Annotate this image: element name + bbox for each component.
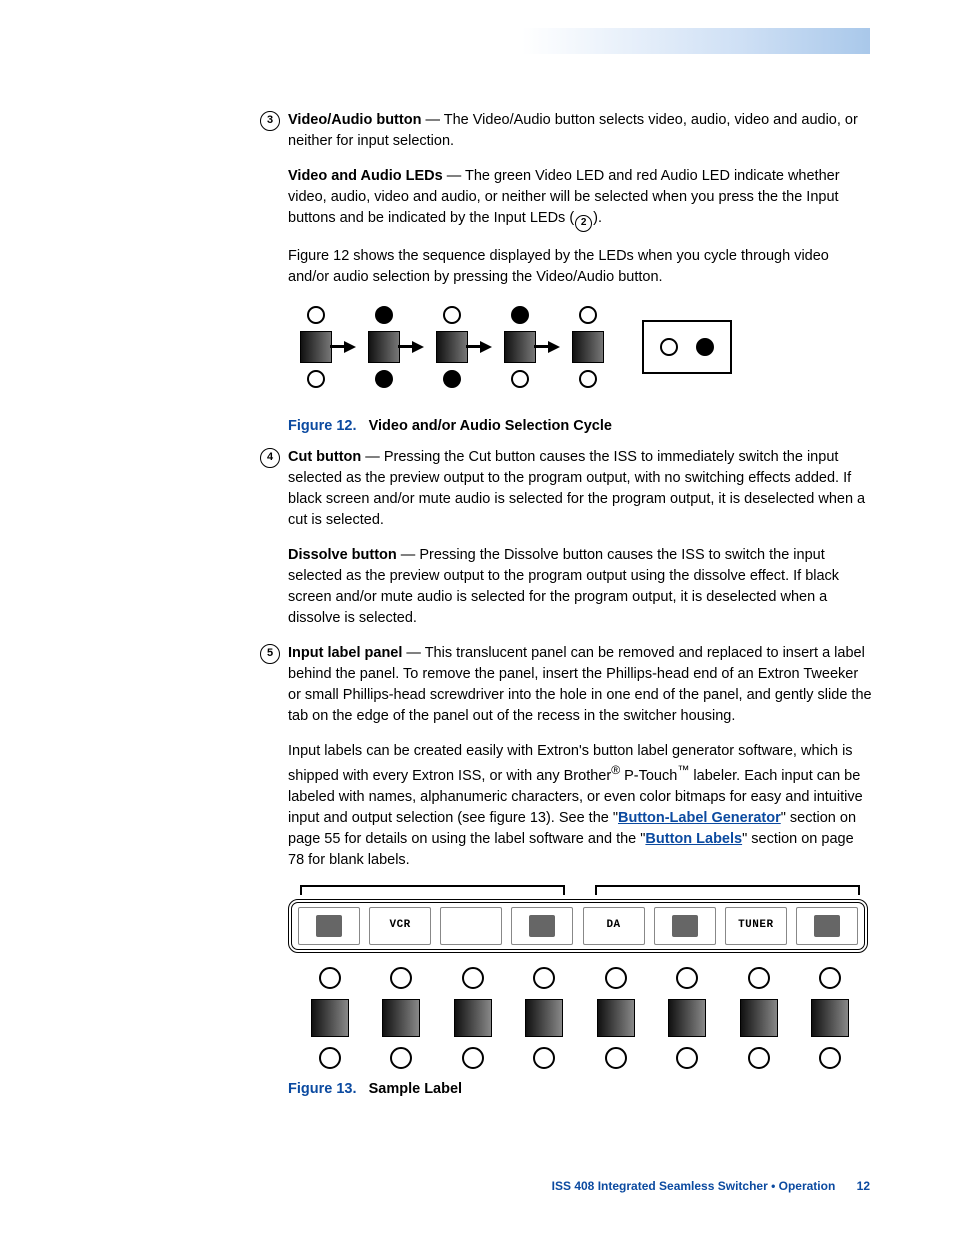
panel-slot-2: VCR xyxy=(369,907,431,945)
item-5: 5 Input label panel — This translucent p… xyxy=(260,643,872,1110)
pc-icon xyxy=(814,915,840,937)
slot-2-label: VCR xyxy=(389,918,410,934)
trademark-mark: ™ xyxy=(677,763,689,777)
footer-text: ISS 408 Integrated Seamless Switcher • O… xyxy=(552,1179,836,1193)
panel-slot-8 xyxy=(796,907,858,945)
led-open-icon xyxy=(660,338,678,356)
panel-slot-3 xyxy=(440,907,502,945)
item-4: 4 Cut button — Pressing the Cut button c… xyxy=(260,447,872,643)
link-button-label-generator[interactable]: Button-Label Generator xyxy=(618,810,781,826)
video-audio-button-para: Video/Audio button — The Video/Audio but… xyxy=(288,110,872,152)
item-3: 3 Video/Audio button — The Video/Audio b… xyxy=(260,110,872,447)
callout-2-inline-ref-icon: 2 xyxy=(575,215,592,232)
figure-12-label: Figure 12. xyxy=(288,418,357,434)
figure-12-legend xyxy=(642,320,732,374)
link-button-labels[interactable]: Button Labels xyxy=(645,831,742,847)
input-label-panel-para: Input label panel — This translucent pan… xyxy=(288,643,872,727)
labels-mid1: P-Touch xyxy=(620,768,677,784)
page: 3 Video/Audio button — The Video/Audio b… xyxy=(0,0,954,1235)
panel-slot-4 xyxy=(511,907,573,945)
panel-slot-7: TUNER xyxy=(725,907,787,945)
figure-12-diagram xyxy=(298,302,872,392)
header-gradient-bar xyxy=(0,28,870,54)
callout-5-icon: 5 xyxy=(260,644,280,664)
leds-text-after: ). xyxy=(593,210,602,226)
fig12-intro-para: Figure 12 shows the sequence displayed b… xyxy=(288,246,872,288)
figure-13-title: Sample Label xyxy=(369,1081,462,1097)
term-dissolve-button: Dissolve button xyxy=(288,547,397,563)
camcorder-icon xyxy=(316,915,342,937)
page-footer: ISS 408 Integrated Seamless Switcher • O… xyxy=(552,1178,870,1195)
video-audio-leds-para: Video and Audio LEDs — The green Video L… xyxy=(288,166,872,232)
slot-7-label: TUNER xyxy=(738,918,774,934)
slot-5-label: DA xyxy=(606,918,620,934)
registered-mark: ® xyxy=(611,763,620,777)
figure-13-label: Figure 13. xyxy=(288,1081,357,1097)
term-video-audio-leds: Video and Audio LEDs xyxy=(288,168,443,184)
body-content: 3 Video/Audio button — The Video/Audio b… xyxy=(260,110,872,1110)
button-row xyxy=(300,967,860,1069)
page-number: 12 xyxy=(857,1179,870,1193)
dissolve-button-para: Dissolve button — Pressing the Dissolve … xyxy=(288,545,872,629)
label-panel: VCR DA TUNER xyxy=(288,899,868,953)
figure-13-diagram: VCR DA TUNER xyxy=(288,885,872,1069)
term-input-label-panel: Input label panel xyxy=(288,645,402,661)
term-cut-button: Cut button xyxy=(288,449,361,465)
cut-button-para: Cut button — Pressing the Cut button cau… xyxy=(288,447,872,531)
panel-slot-6 xyxy=(654,907,716,945)
device-icon xyxy=(529,915,555,937)
callout-4-icon: 4 xyxy=(260,448,280,468)
led-solid-icon xyxy=(696,338,714,356)
input-labels-para: Input labels can be created easily with … xyxy=(288,741,872,871)
figure-13-caption: Figure 13. Sample Label xyxy=(288,1079,872,1100)
text-cut-button: — Pressing the Cut button causes the ISS… xyxy=(288,449,865,528)
laptop-icon xyxy=(672,915,698,937)
panel-slot-5: DA xyxy=(583,907,645,945)
term-video-audio-button: Video/Audio button xyxy=(288,112,421,128)
callout-3-icon: 3 xyxy=(260,111,280,131)
figure-12-title: Video and/or Audio Selection Cycle xyxy=(369,418,612,434)
panel-slot-1 xyxy=(298,907,360,945)
figure-12-caption: Figure 12. Video and/or Audio Selection … xyxy=(288,416,872,437)
